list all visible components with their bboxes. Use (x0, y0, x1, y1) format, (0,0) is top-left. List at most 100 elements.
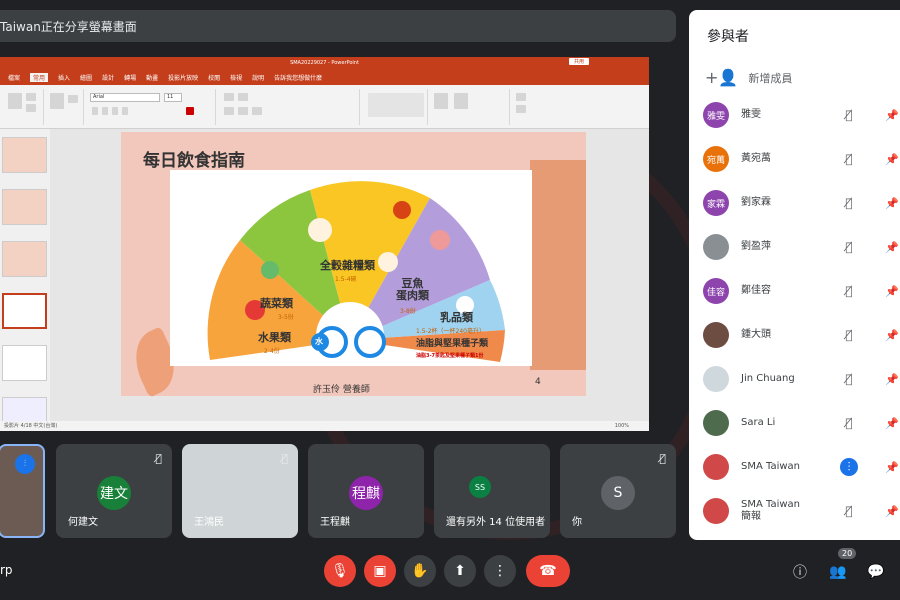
cut-icon[interactable] (26, 93, 36, 101)
menu-file[interactable]: 檔案 (8, 73, 20, 82)
participant-row[interactable]: 家霖 劉家霖 🎙̸ 📌 (703, 188, 900, 218)
chat-button[interactable]: 💬 (864, 560, 888, 584)
slide-thumbnail[interactable] (2, 345, 47, 381)
bold-icon[interactable] (92, 107, 98, 115)
replace-icon[interactable] (516, 105, 526, 113)
people-icon: 👥 (829, 564, 847, 580)
participant-avatar (703, 366, 729, 392)
mic-off-icon[interactable]: 🎙̸ (840, 150, 858, 168)
menu-view[interactable]: 檢視 (230, 73, 242, 82)
menu-insert[interactable]: 插入 (58, 73, 70, 82)
pin-icon[interactable]: 📌 (885, 238, 899, 256)
mic-off-icon[interactable]: 🎙̸ (840, 502, 858, 520)
align-center-icon[interactable] (238, 107, 248, 115)
find-icon[interactable] (516, 93, 526, 101)
new-slide-icon[interactable] (50, 93, 64, 109)
menu-transitions[interactable]: 轉場 (124, 73, 136, 82)
font-color-icon[interactable] (186, 107, 194, 115)
bullets-icon[interactable] (224, 93, 234, 101)
arrange-icon[interactable] (434, 93, 448, 109)
tile-more-participants[interactable]: SS 還有另外 14 位使用者 (434, 444, 550, 538)
copy-icon[interactable] (26, 104, 36, 112)
underline-icon[interactable] (112, 107, 118, 115)
participant-row[interactable]: SMA Taiwan ⫶ 📌 (703, 452, 900, 482)
label-fruits-sub: 2-4份 (264, 348, 280, 355)
align-left-icon[interactable] (224, 107, 234, 115)
tile-participant[interactable]: 🎙̸ 建文 何建文 (56, 444, 172, 538)
pin-icon[interactable]: 📌 (885, 458, 899, 476)
participant-row[interactable]: 鍾大頭 🎙̸ 📌 (703, 320, 900, 350)
mic-off-icon[interactable]: 🎙̸ (840, 106, 858, 124)
participant-avatar: 宛萬 (703, 146, 729, 172)
font-name-field[interactable]: Arial (90, 93, 160, 102)
present-button[interactable]: ⬆ (444, 555, 476, 587)
mic-off-icon[interactable]: 🎙̸ (840, 282, 858, 300)
mic-off-icon[interactable]: 🎙̸ (840, 238, 858, 256)
powerpoint-statusbar: 投影片 4/18 中文(台灣) 100% (0, 421, 649, 431)
menu-review[interactable]: 校閱 (208, 73, 220, 82)
mic-off-icon[interactable]: 🎙̸ (840, 326, 858, 344)
menu-animations[interactable]: 動畫 (146, 73, 158, 82)
mic-active-icon[interactable]: ⫶ (840, 458, 858, 476)
font-size-field[interactable]: 11 (164, 93, 182, 102)
participants-button[interactable]: 👥 (826, 560, 850, 584)
tell-me-search[interactable]: 告訴我您想做什麼 (274, 73, 322, 82)
mic-off-icon: 🎙 (331, 563, 349, 579)
pin-icon[interactable]: 📌 (885, 502, 899, 520)
tile-avatar: 建文 (97, 476, 131, 510)
pin-icon[interactable]: 📌 (885, 106, 899, 124)
zoom-level[interactable]: 100% (615, 421, 629, 431)
tile-participant-video[interactable]: 🎙̸ 王鴻民 (182, 444, 298, 538)
tile-self-video[interactable]: ⫶ (0, 444, 45, 538)
meeting-info-button[interactable]: ⓘ (788, 560, 812, 584)
menu-design[interactable]: 設計 (102, 73, 114, 82)
quick-styles-icon[interactable] (454, 93, 468, 109)
paste-icon[interactable] (8, 93, 22, 109)
pin-icon[interactable]: 📌 (885, 150, 899, 168)
tile-name: 還有另外 14 位使用者 (446, 517, 546, 528)
slide-thumbnail[interactable] (2, 189, 47, 225)
add-people-button[interactable]: +👤 新增成員 (705, 68, 792, 87)
mic-off-icon[interactable]: 🎙̸ (840, 370, 858, 388)
slide-thumbnail[interactable] (2, 241, 47, 277)
pin-icon[interactable]: 📌 (885, 370, 899, 388)
mic-off-icon: 🎙̸ (155, 452, 162, 465)
label-oils-sub: 油脂3-7茶匙及堅果種子類1份 (416, 353, 484, 359)
mic-toggle-button[interactable]: 🎙 (324, 555, 356, 587)
leave-call-button[interactable]: ☎ (526, 555, 570, 587)
tile-name: 王鴻民 (194, 517, 224, 528)
menu-slideshow[interactable]: 投影片放映 (168, 73, 198, 82)
italic-icon[interactable] (102, 107, 108, 115)
participant-row[interactable]: Jin Chuang 🎙̸ 📌 (703, 364, 900, 394)
camera-toggle-button[interactable]: ▣ (364, 555, 396, 587)
menu-draw[interactable]: 繪圖 (80, 73, 92, 82)
participant-row[interactable]: 雅雯 雅雯 🎙̸ 📌 (703, 100, 900, 130)
mic-off-icon[interactable]: 🎙̸ (840, 414, 858, 432)
hand-icon: ✋ (411, 563, 429, 579)
mic-off-icon[interactable]: 🎙̸ (840, 194, 858, 212)
numbering-icon[interactable] (238, 93, 248, 101)
participant-row[interactable]: Sara Li 🎙̸ 📌 (703, 408, 900, 438)
share-button[interactable]: 共用 (568, 58, 589, 65)
align-right-icon[interactable] (252, 107, 262, 115)
participant-row[interactable]: 宛萬 黃宛萬 🎙̸ 📌 (703, 144, 900, 174)
pin-icon[interactable]: 📌 (885, 194, 899, 212)
shapes-gallery[interactable] (368, 93, 424, 117)
participant-row[interactable]: 劉盈萍 🎙̸ 📌 (703, 232, 900, 262)
pin-icon[interactable]: 📌 (885, 282, 899, 300)
pin-icon[interactable]: 📌 (885, 414, 899, 432)
shadow-icon[interactable] (122, 107, 128, 115)
slide-thumbnail[interactable] (2, 137, 47, 173)
participant-row[interactable]: SMA Taiwan 簡報 🎙̸ 📌 (703, 496, 900, 526)
tile-participant[interactable]: 程麒 王程麒 (308, 444, 424, 538)
menu-help[interactable]: 說明 (252, 73, 264, 82)
tile-you[interactable]: 🎙̸ S 你 (560, 444, 676, 538)
participant-name: Sara Li (741, 417, 776, 428)
slide-thumbnail-active[interactable] (2, 293, 47, 329)
raise-hand-button[interactable]: ✋ (404, 555, 436, 587)
pin-icon[interactable]: 📌 (885, 326, 899, 344)
more-options-button[interactable]: ⋮ (484, 555, 516, 587)
menu-home[interactable]: 常用 (30, 72, 49, 82)
participant-row[interactable]: 佳容 鄭佳容 🎙̸ 📌 (703, 276, 900, 306)
layout-icon[interactable] (68, 95, 78, 103)
